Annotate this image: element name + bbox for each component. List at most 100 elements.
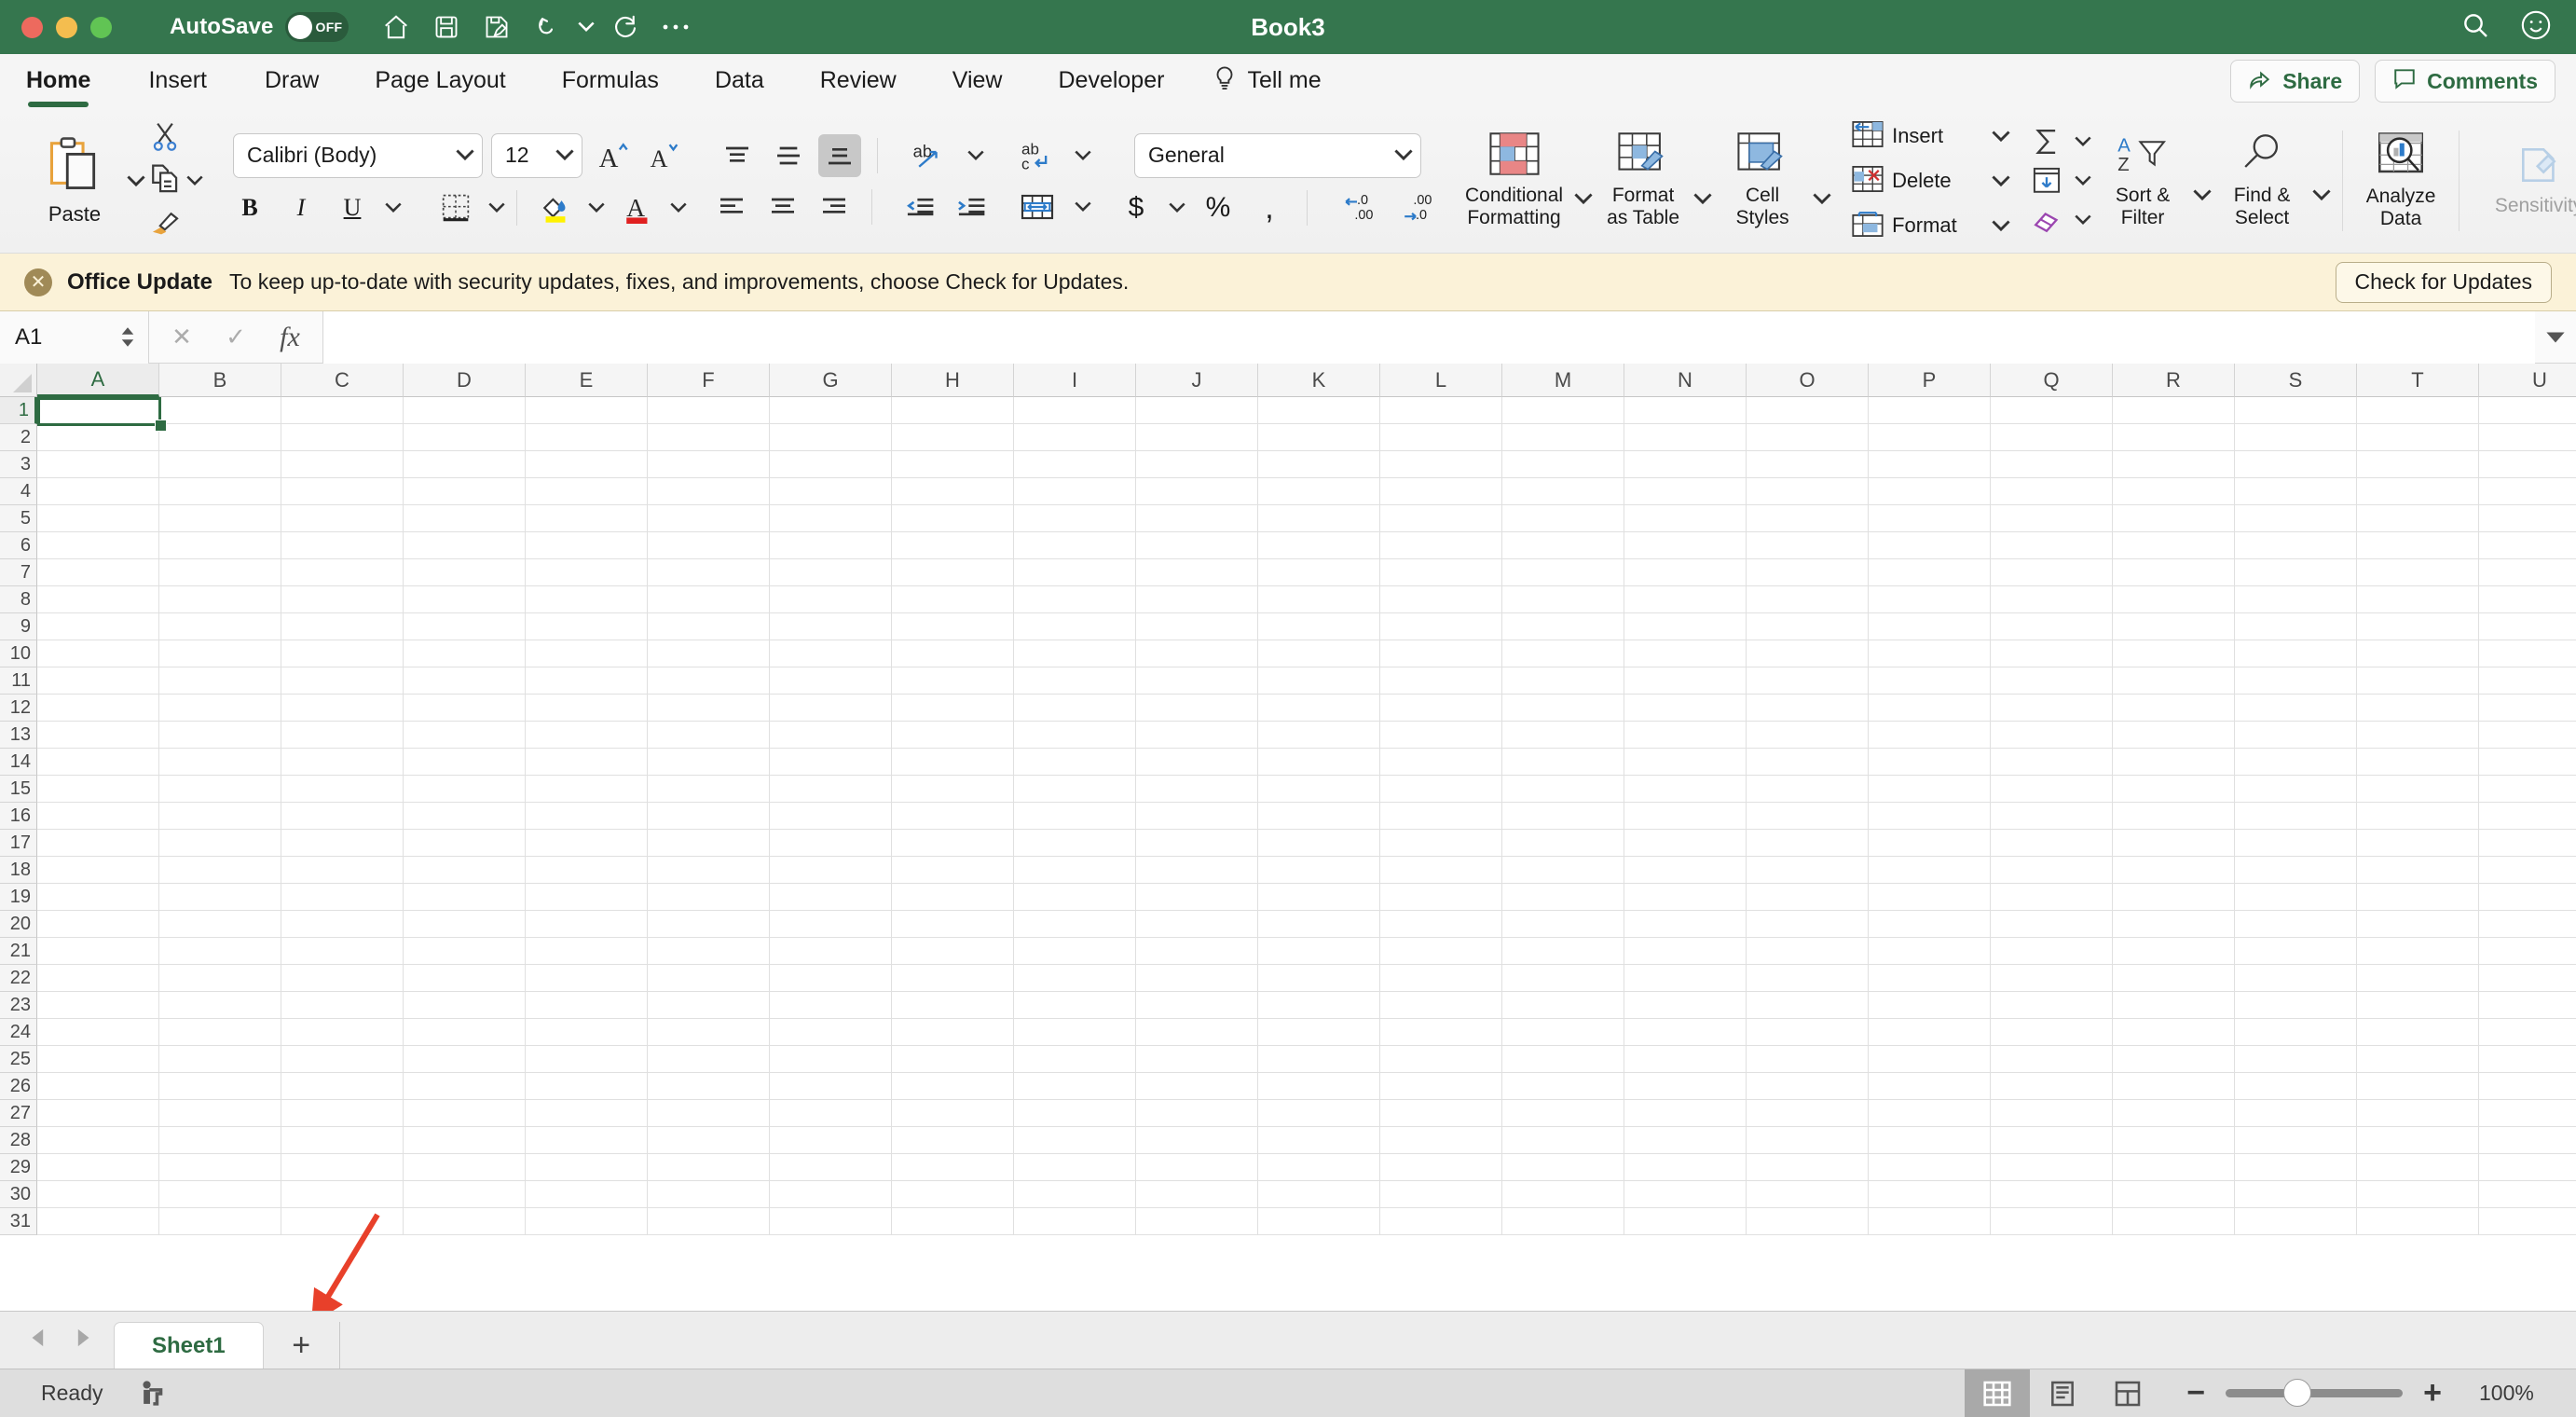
cell-D26[interactable] (404, 1073, 526, 1100)
cell-P17[interactable] (1869, 830, 1991, 857)
cell-A11[interactable] (37, 667, 159, 695)
cell-R14[interactable] (2113, 749, 2235, 776)
cell-H3[interactable] (892, 451, 1014, 478)
cell-E18[interactable] (526, 857, 648, 884)
cell-C30[interactable] (281, 1181, 404, 1208)
cell-K7[interactable] (1258, 559, 1380, 586)
cell-D30[interactable] (404, 1181, 526, 1208)
cell-B9[interactable] (159, 613, 281, 640)
autosave-control[interactable]: AutoSave OFF (170, 12, 349, 42)
cell-Q29[interactable] (1991, 1154, 2113, 1181)
wrap-text-dropdown-caret[interactable] (1072, 134, 1094, 177)
cell-G25[interactable] (770, 1046, 892, 1073)
copy-dropdown-caret[interactable] (184, 159, 206, 202)
cell-A4[interactable] (37, 478, 159, 505)
cell-K24[interactable] (1258, 1019, 1380, 1046)
cell-I17[interactable] (1014, 830, 1136, 857)
cell-P25[interactable] (1869, 1046, 1991, 1073)
cell-L6[interactable] (1380, 532, 1502, 559)
cell-U24[interactable] (2479, 1019, 2576, 1046)
cell-A3[interactable] (37, 451, 159, 478)
cell-K31[interactable] (1258, 1208, 1380, 1235)
cell-A23[interactable] (37, 992, 159, 1019)
cell-C27[interactable] (281, 1100, 404, 1127)
cell-R9[interactable] (2113, 613, 2235, 640)
cell-I7[interactable] (1014, 559, 1136, 586)
cell-T24[interactable] (2357, 1019, 2479, 1046)
cell-T26[interactable] (2357, 1073, 2479, 1100)
cell-O2[interactable] (1747, 424, 1869, 451)
cell-S17[interactable] (2235, 830, 2357, 857)
cell-A15[interactable] (37, 776, 159, 803)
cell-O14[interactable] (1747, 749, 1869, 776)
zoom-in-button[interactable]: + (2423, 1375, 2442, 1411)
cell-F23[interactable] (648, 992, 770, 1019)
zoom-slider-knob[interactable] (2283, 1379, 2312, 1407)
page-layout-view-button[interactable] (2030, 1369, 2095, 1417)
comma-icon[interactable]: , (1248, 186, 1291, 229)
cell-B24[interactable] (159, 1019, 281, 1046)
cell-Q27[interactable] (1991, 1100, 2113, 1127)
cell-Q8[interactable] (1991, 586, 2113, 613)
cell-G11[interactable] (770, 667, 892, 695)
cell-R13[interactable] (2113, 722, 2235, 749)
cell-Q12[interactable] (1991, 695, 2113, 722)
cell-U3[interactable] (2479, 451, 2576, 478)
row-header-5[interactable]: 5 (0, 505, 37, 532)
cell-Q6[interactable] (1991, 532, 2113, 559)
cell-T3[interactable] (2357, 451, 2479, 478)
cell-E9[interactable] (526, 613, 648, 640)
cell-U17[interactable] (2479, 830, 2576, 857)
cell-M10[interactable] (1502, 640, 1624, 667)
cell-M17[interactable] (1502, 830, 1624, 857)
cell-S7[interactable] (2235, 559, 2357, 586)
cell-B2[interactable] (159, 424, 281, 451)
redo-icon[interactable] (604, 7, 647, 48)
cell-K16[interactable] (1258, 803, 1380, 830)
cell-T29[interactable] (2357, 1154, 2479, 1181)
cell-M1[interactable] (1502, 397, 1624, 424)
cell-D23[interactable] (404, 992, 526, 1019)
cell-R20[interactable] (2113, 911, 2235, 938)
cell-A22[interactable] (37, 965, 159, 992)
conditional-formatting-row[interactable]: Conditional Formatting (1456, 132, 1595, 228)
cell-L5[interactable] (1380, 505, 1502, 532)
cell-L24[interactable] (1380, 1019, 1502, 1046)
column-header-C[interactable]: C (281, 364, 404, 397)
cell-U1[interactable] (2479, 397, 2576, 424)
cell-E16[interactable] (526, 803, 648, 830)
row-header-4[interactable]: 4 (0, 478, 37, 505)
cell-Q18[interactable] (1991, 857, 2113, 884)
add-sheet-button[interactable]: + (264, 1322, 340, 1369)
format-cells-row[interactable]: Format (1852, 205, 2012, 246)
paste-button[interactable]: Paste (24, 136, 125, 227)
cell-O23[interactable] (1747, 992, 1869, 1019)
cell-M30[interactable] (1502, 1181, 1624, 1208)
row-header-13[interactable]: 13 (0, 722, 37, 749)
cell-S12[interactable] (2235, 695, 2357, 722)
find-and-select-button[interactable]: Find & Select (2213, 132, 2310, 228)
cell-L14[interactable] (1380, 749, 1502, 776)
cell-A12[interactable] (37, 695, 159, 722)
cell-C20[interactable] (281, 911, 404, 938)
cell-G26[interactable] (770, 1073, 892, 1100)
cell-H9[interactable] (892, 613, 1014, 640)
cell-C11[interactable] (281, 667, 404, 695)
cell-D22[interactable] (404, 965, 526, 992)
cell-U18[interactable] (2479, 857, 2576, 884)
cell-L17[interactable] (1380, 830, 1502, 857)
increase-decimal-icon[interactable]: .00.0 (1391, 186, 1441, 229)
cell-C28[interactable] (281, 1127, 404, 1154)
cell-N5[interactable] (1624, 505, 1747, 532)
cell-K17[interactable] (1258, 830, 1380, 857)
cell-Q22[interactable] (1991, 965, 2113, 992)
cell-L22[interactable] (1380, 965, 1502, 992)
cell-G17[interactable] (770, 830, 892, 857)
tab-insert[interactable]: Insert (148, 67, 207, 96)
cell-Q15[interactable] (1991, 776, 2113, 803)
cell-J1[interactable] (1136, 397, 1258, 424)
cell-T5[interactable] (2357, 505, 2479, 532)
tab-review[interactable]: Review (820, 67, 897, 96)
cell-D8[interactable] (404, 586, 526, 613)
cell-O1[interactable] (1747, 397, 1869, 424)
